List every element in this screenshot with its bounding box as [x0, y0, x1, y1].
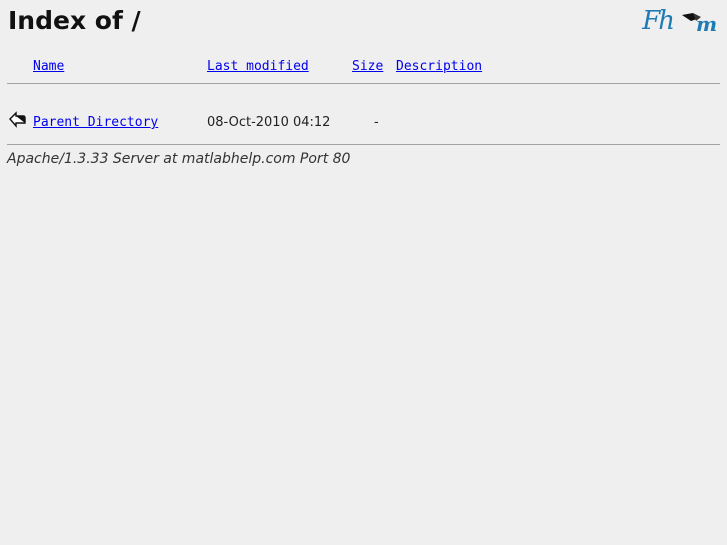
file-size: - — [374, 115, 379, 130]
page-title: Index of / — [8, 6, 141, 35]
site-logos: Fh m — [642, 6, 717, 36]
sort-by-name-link[interactable]: Name — [33, 59, 64, 74]
back-arrow-icon[interactable] — [7, 108, 27, 130]
footer-divider — [7, 144, 720, 145]
modified-date: 08-Oct-2010 04:12 — [207, 115, 331, 130]
matlab-m-logo-icon: m — [682, 12, 717, 35]
sort-by-description-link[interactable]: Description — [396, 59, 482, 74]
list-item: Parent Directory 08-Oct-2010 04:12 - — [0, 111, 727, 133]
sort-by-size-link[interactable]: Size — [352, 59, 383, 74]
header-divider — [7, 83, 720, 84]
column-headers: Name Last modified Size Description — [0, 59, 727, 77]
sort-by-modified-link[interactable]: Last modified — [207, 59, 309, 74]
fh-logo: Fh — [642, 6, 675, 36]
svg-text:m: m — [696, 12, 717, 35]
server-signature: Apache/1.3.33 Server at matlabhelp.com P… — [7, 151, 351, 167]
parent-directory-link[interactable]: Parent Directory — [33, 115, 158, 130]
